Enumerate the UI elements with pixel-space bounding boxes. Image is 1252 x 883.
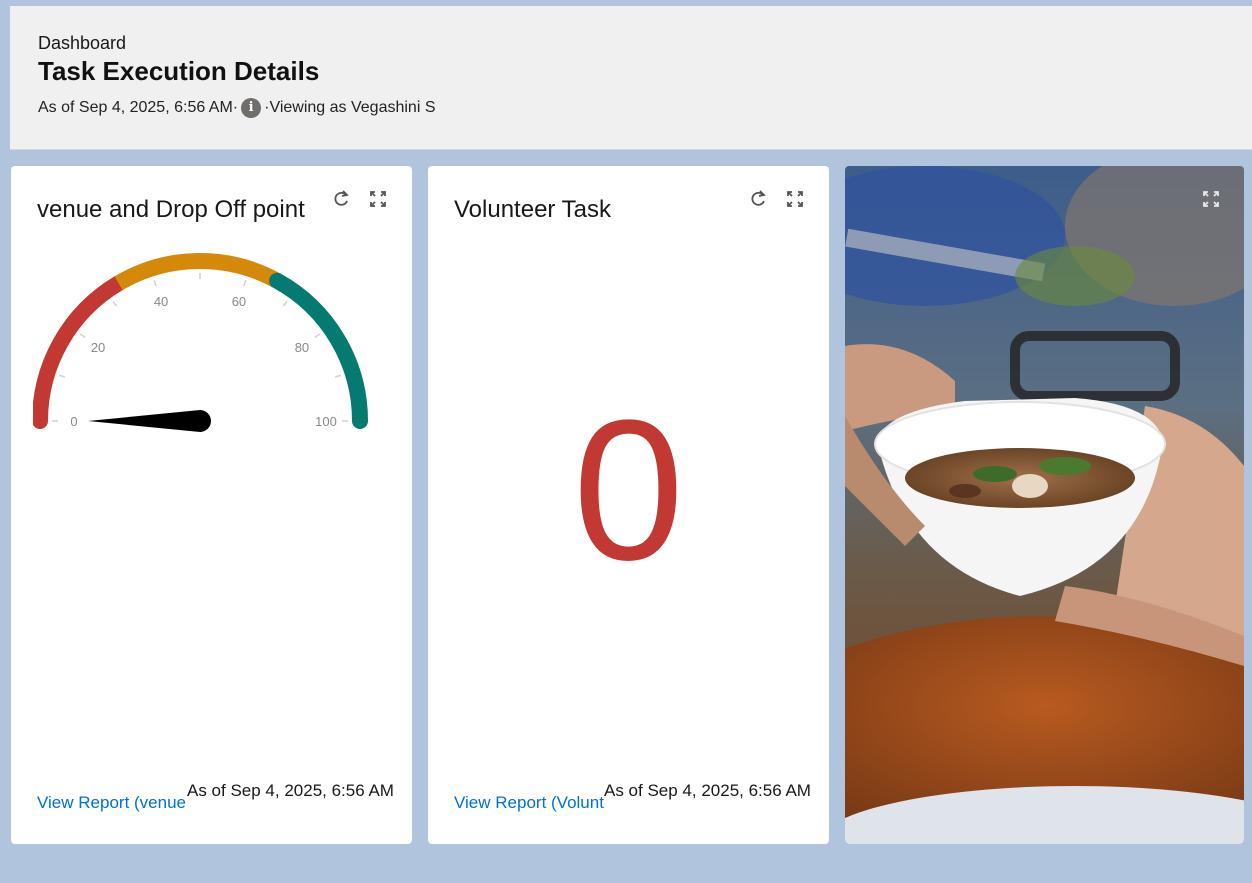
gauge-tick-label: 60 bbox=[232, 294, 246, 309]
breadcrumb[interactable]: Dashboard bbox=[38, 33, 126, 54]
page-title: Task Execution Details bbox=[38, 56, 320, 86]
gauge-band bbox=[33, 275, 127, 429]
widget-actions bbox=[331, 188, 389, 210]
gauge-tick-label: 0 bbox=[70, 414, 77, 429]
gauge-tick-label: 40 bbox=[154, 294, 168, 309]
gauge-tick bbox=[243, 280, 247, 287]
widget-actions bbox=[748, 188, 806, 210]
dashboard-meta: As of Sep 4, 2025, 6:56 AM· i ·Viewing a… bbox=[38, 98, 436, 118]
gauge-needle bbox=[88, 410, 211, 432]
expand-icon[interactable] bbox=[784, 188, 806, 210]
widget-footer: View Report (venue and Drop Off point) A… bbox=[37, 782, 397, 813]
refresh-icon[interactable] bbox=[748, 188, 770, 210]
widget-title: venue and Drop Off point bbox=[37, 196, 305, 223]
gauge-tick bbox=[112, 300, 118, 307]
info-icon[interactable]: i bbox=[241, 98, 262, 118]
widget-footer: View Report (Volunteer Task) As of Sep 4… bbox=[454, 782, 814, 813]
gauge-tick bbox=[282, 300, 288, 307]
gauge-band bbox=[114, 253, 281, 291]
gauge-chart: 0 20 40 60 80 100 bbox=[33, 253, 368, 432]
widget-title: Volunteer Task bbox=[454, 196, 611, 223]
metric-value: 0 bbox=[572, 379, 685, 602]
gauge-tick-label: 80 bbox=[295, 340, 309, 355]
metric-widget: Volunteer Task 0 View Report (Volunteer … bbox=[428, 166, 829, 844]
view-report-link[interactable]: View Report (venue and Drop Off point) bbox=[37, 793, 187, 813]
viewing-as-label: ·Viewing as Vegashini S bbox=[264, 99, 436, 116]
dashboard-header: Dashboard Task Execution Details As of S… bbox=[10, 6, 1252, 150]
gauge-tick bbox=[314, 333, 321, 339]
food-bowl-photo bbox=[845, 166, 1244, 844]
image-widget bbox=[845, 166, 1244, 844]
gauge-tick-label: 20 bbox=[91, 340, 105, 355]
gauge-widget: venue and Drop Off point 0 20 40 60 80 100 Vi… bbox=[11, 166, 412, 844]
widget-as-of: As of Sep 4, 2025, 6:56 AM bbox=[604, 781, 811, 800]
gauge-tick bbox=[79, 333, 86, 339]
view-report-link[interactable]: View Report (Volunteer Task) bbox=[454, 793, 604, 813]
gauge-tick-label: 100 bbox=[315, 414, 337, 429]
expand-icon[interactable] bbox=[367, 188, 389, 210]
widget-as-of: As of Sep 4, 2025, 6:56 AM bbox=[187, 781, 394, 800]
expand-icon[interactable] bbox=[1200, 188, 1222, 210]
gauge-tick bbox=[59, 374, 66, 378]
gauge-tick bbox=[153, 280, 157, 287]
refresh-icon[interactable] bbox=[331, 188, 353, 210]
gauge-tick bbox=[334, 374, 341, 378]
gauge-band bbox=[269, 272, 368, 429]
as-of-timestamp: As of Sep 4, 2025, 6:56 AM· bbox=[38, 99, 239, 116]
